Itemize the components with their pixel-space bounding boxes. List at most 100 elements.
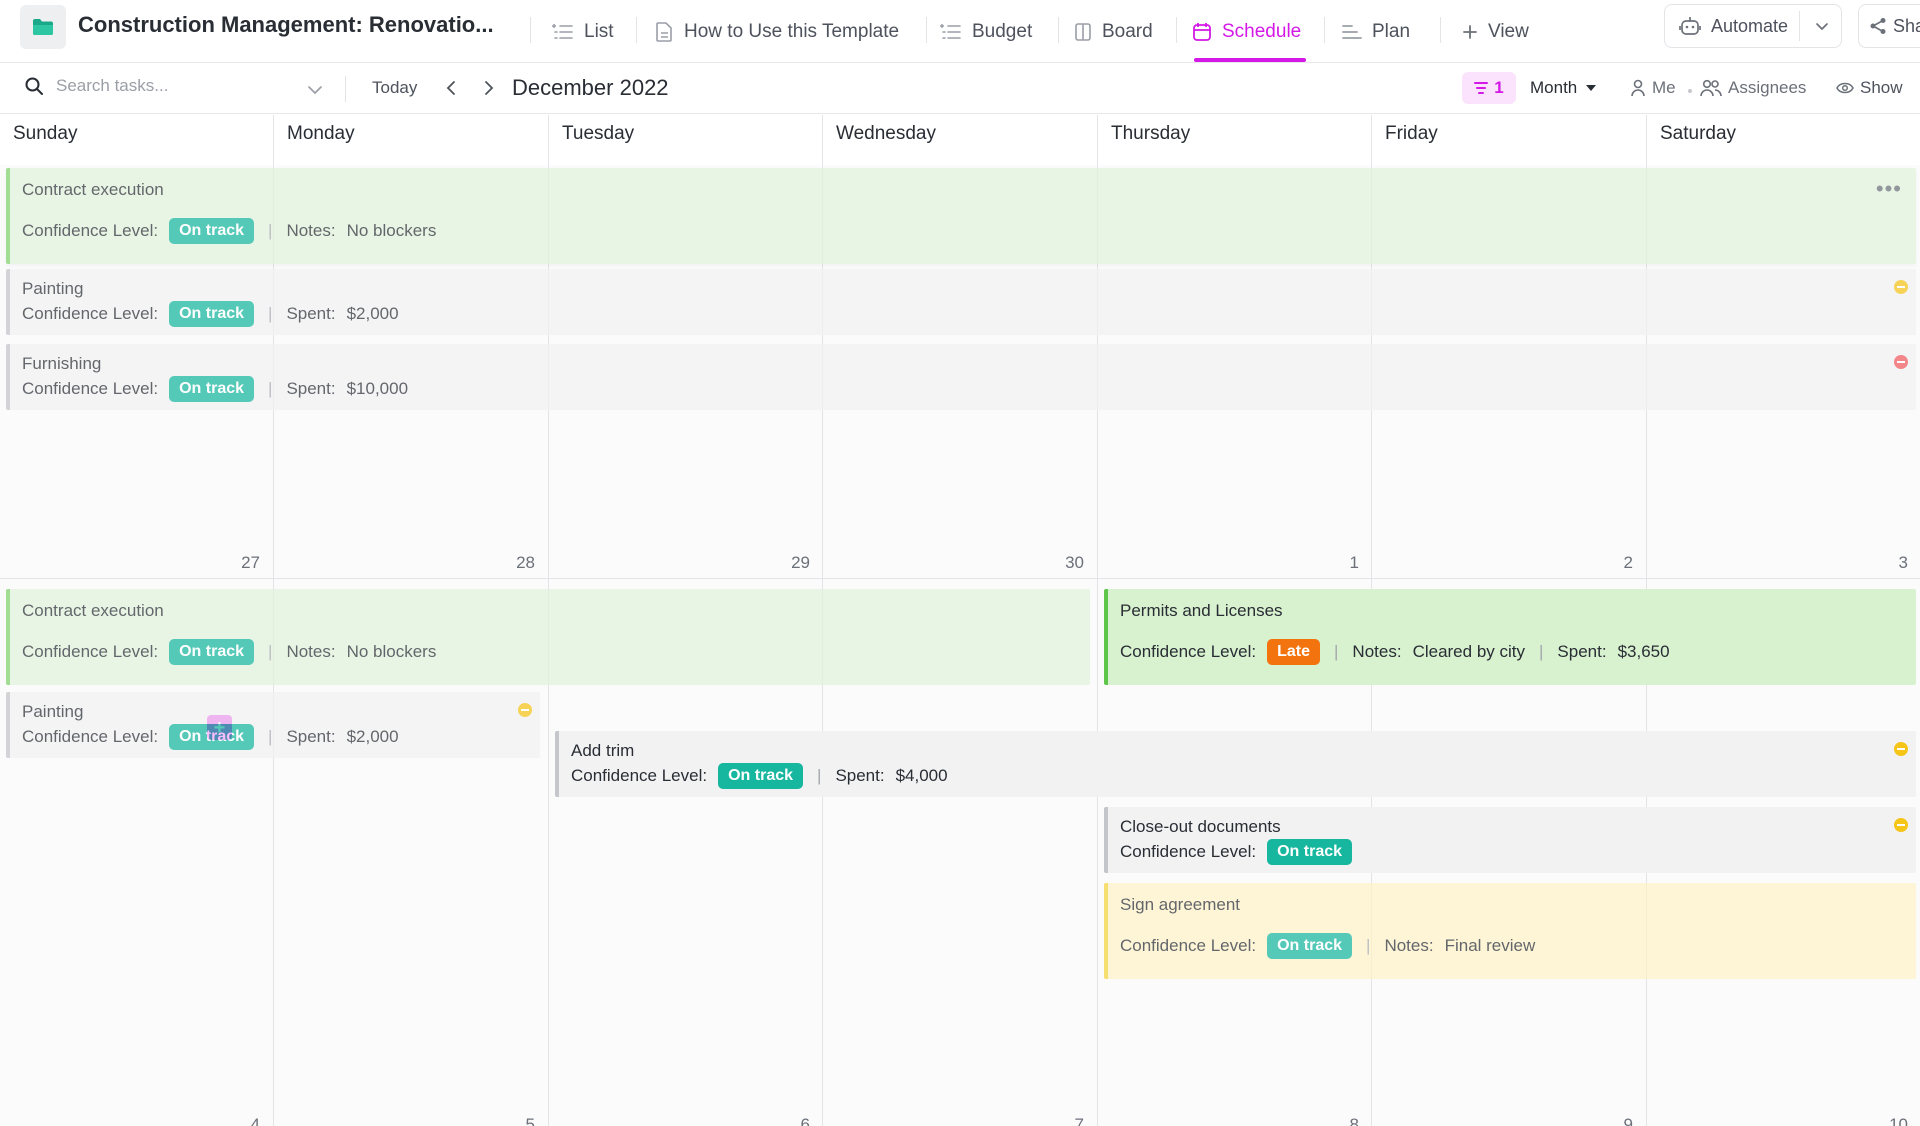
notes-value: Cleared by city [1412,642,1525,661]
event-permits-and-licenses[interactable]: Permits and Licenses Confidence Level: L… [1104,589,1916,685]
tab-plan[interactable]: Plan [1342,14,1410,50]
date-cell[interactable]: 7 [1044,1115,1084,1126]
date-cell[interactable]: 9 [1593,1115,1633,1126]
notes-value: No blockers [346,642,437,661]
view-mode-label: Month [1530,78,1578,97]
notes-label: Notes: [1352,642,1402,661]
date-cell[interactable]: 10 [1868,1115,1908,1126]
confidence-label: Confidence Level: [22,642,159,661]
divider [926,17,927,43]
search-box [24,76,296,96]
filter-button[interactable]: 1 [1462,72,1516,104]
date-cell[interactable]: 3 [1868,553,1908,573]
field-separator: | [268,221,273,240]
status-badge: On track [169,639,255,665]
date-cell[interactable]: 29 [770,553,810,573]
confidence-label: Confidence Level: [22,221,159,240]
event-fields: Confidence Level: Late | Notes: Cleared … [1120,639,1670,665]
date-cell[interactable]: 5 [495,1115,535,1126]
view-mode-select[interactable]: Month [1530,78,1597,98]
active-tab-indicator [1194,58,1306,62]
confidence-label: Confidence Level: [22,727,159,746]
event-painting[interactable]: Painting Confidence Level: On track | Sp… [6,269,1916,335]
assignees-button[interactable]: Assignees [1700,78,1806,98]
user-icon [1630,79,1646,97]
event-title: Permits and Licenses [1120,601,1283,620]
calendar-icon [1192,22,1212,42]
users-icon [1700,79,1722,97]
current-month: December 2022 [512,75,669,100]
folder-icon[interactable] [20,5,66,49]
event-fields: Confidence Level: On track [1120,839,1353,865]
tab-label: Board [1102,21,1153,42]
event-fields: Confidence Level: On track | Spent: $2,0… [22,301,399,327]
date-cell[interactable]: 2 [1593,553,1633,573]
show-button[interactable]: Show [1836,78,1903,98]
confidence-label: Confidence Level: [571,766,708,785]
priority-icon[interactable] [1894,280,1908,294]
field-separator: | [268,727,273,746]
event-title: Sign agreement [1120,895,1241,914]
list-icon [940,22,962,42]
event-add-trim[interactable]: Add trim Confidence Level: On track | Sp… [555,731,1916,797]
event-sign-agreement[interactable]: Sign agreement Confidence Level: On trac… [1104,883,1916,979]
priority-icon[interactable] [1894,742,1908,756]
date-cell[interactable]: 28 [495,553,535,573]
add-view-button[interactable]: View [1462,14,1529,50]
event-contract-execution[interactable]: Contract execution Confidence Level: On … [6,589,1090,685]
priority-icon[interactable] [518,703,532,717]
event-title: Furnishing [22,354,102,373]
event-title: Add trim [571,741,635,760]
calendar-grid: + 27 28 29 30 1 2 3 4 5 6 7 8 9 10 Contr… [0,165,1920,1126]
weekday-monday: Monday [274,115,549,165]
event-fields: Confidence Level: On track | Notes: Fina… [1120,933,1535,959]
priority-icon[interactable] [1894,355,1908,369]
divider [1799,11,1800,41]
weekday-saturday: Saturday [1660,123,1737,144]
event-title: Contract execution [22,601,164,620]
event-contract-execution[interactable]: Contract execution Confidence Level: On … [6,168,1916,264]
today-button[interactable]: Today [372,78,417,98]
weekday-friday: Friday [1372,115,1647,165]
robot-icon [1679,16,1701,36]
share-button[interactable]: Sha [1858,4,1920,48]
automate-button[interactable]: Automate [1664,4,1842,48]
chevron-down-icon[interactable] [1813,17,1831,35]
date-cell[interactable]: 1 [1319,553,1359,573]
tab-budget[interactable]: Budget [940,14,1032,50]
chevron-left-icon[interactable] [444,79,460,97]
date-cell[interactable]: 30 [1044,553,1084,573]
tab-list[interactable]: List [552,14,614,50]
doc-icon [654,21,674,43]
tab-how-to-use[interactable]: How to Use this Template [654,14,899,50]
event-fields: Confidence Level: On track | Spent: $10,… [22,376,408,402]
event-close-out-documents[interactable]: Close-out documents Confidence Level: On… [1104,807,1916,873]
more-options-icon[interactable]: ••• [1876,178,1902,200]
tab-label: How to Use this Template [684,21,900,42]
status-badge: On track [1267,839,1353,865]
gantt-icon [1342,23,1362,41]
date-cell[interactable]: 4 [220,1115,260,1126]
event-fields: Confidence Level: On track | Spent: $2,0… [22,724,399,750]
notes-label: Notes: [286,642,336,661]
event-fields: Confidence Level: On track | Notes: No b… [22,639,436,665]
event-furnishing[interactable]: Furnishing Confidence Level: On track | … [6,344,1916,410]
date-cell[interactable]: 8 [1319,1115,1359,1126]
search-input[interactable] [56,76,296,96]
add-view-label: View [1488,21,1529,42]
me-label: Me [1652,78,1676,97]
spent-value: $4,000 [895,766,948,785]
weekday-wednesday: Wednesday [823,115,1098,165]
chevron-down-icon[interactable] [306,81,324,99]
event-painting[interactable]: Painting Confidence Level: On track | Sp… [6,692,540,758]
divider [1440,17,1441,43]
spent-value: $2,000 [346,727,399,746]
field-separator: | [268,642,273,661]
priority-icon[interactable] [1894,818,1908,832]
tab-board[interactable]: Board [1074,14,1153,50]
date-cell[interactable]: 6 [770,1115,810,1126]
me-filter-button[interactable]: Me [1630,78,1676,98]
tab-schedule[interactable]: Schedule [1192,14,1301,50]
chevron-right-icon[interactable] [480,79,496,97]
date-cell[interactable]: 27 [220,553,260,573]
